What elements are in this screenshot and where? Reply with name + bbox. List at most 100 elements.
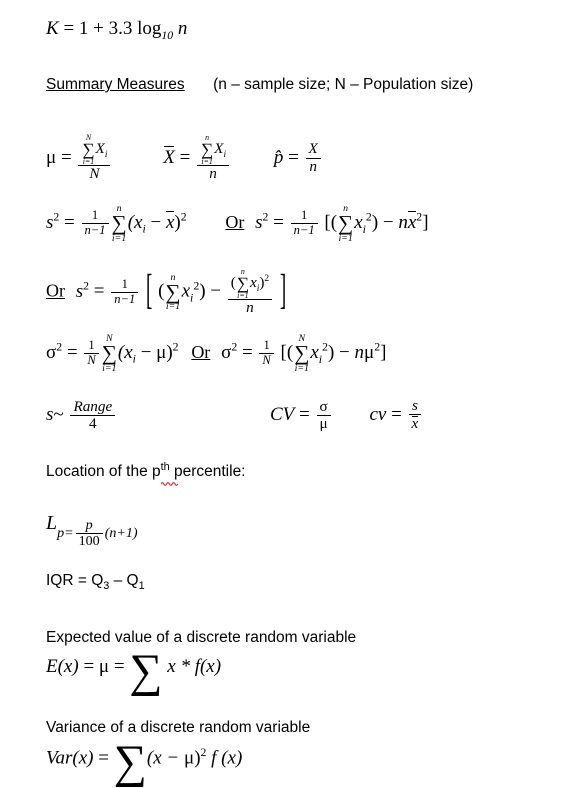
sigma-alt-open: [( <box>280 341 294 363</box>
formula-sturges: K = 1 + 3.3 log10 n <box>46 18 187 43</box>
xbar-sum-lower: i=1 <box>201 156 213 166</box>
percentile-numerator: p <box>75 517 103 534</box>
s2-open-paren: ( <box>158 280 165 302</box>
cv-upper-equals: = <box>294 403 315 425</box>
sturges-log-base: 10 <box>161 28 174 42</box>
s2-sigma-icon: ∑ <box>165 280 181 305</box>
s-alt-symbol: s <box>255 211 263 233</box>
mu-sum-lower: i=1 <box>82 156 95 166</box>
formula-row-means: μ = N ∑ i=1 Xi N X = n ∑ i=1 Xi n p̂ = X… <box>46 134 323 183</box>
sigma-alt-group: Or σ2 = 1 N [(N ∑ i=1 xi2) − nμ2] <box>191 333 387 373</box>
variance-discrete-sigma-icon: ∑ <box>113 737 147 788</box>
phat-fraction: X n <box>305 140 321 175</box>
variance-discrete-arg: (x) <box>72 747 94 769</box>
xbar-variable-sub: i <box>223 150 227 161</box>
percentile-fraction: p 100 <box>75 517 103 549</box>
heading-title: Summary Measures <box>46 76 185 93</box>
formula-cv-sample: cv = s x <box>369 397 423 432</box>
cv-upper-numerator: σ <box>316 398 331 416</box>
cv-lower-denominator: x <box>409 415 422 433</box>
s-alt-sum-lower: i=1 <box>338 232 353 244</box>
sigma-summation: N ∑ i=1 <box>101 333 117 374</box>
iqr-q1-sub: 1 <box>138 580 145 593</box>
expected-value-equals-1: = <box>78 656 99 677</box>
range-fraction: Range 4 <box>70 398 116 433</box>
cv-upper-symbol: CV <box>270 403 295 425</box>
s-sum-lower: i=1 <box>111 232 127 244</box>
s-alt-group: Or s2 = 1 n−1 [(n ∑ i=1 xi2) − nx2] <box>225 203 428 243</box>
iqr-minus: – Q <box>109 572 139 589</box>
variance-discrete-label: Variance of a discrete random variable <box>46 719 311 736</box>
percentile-th-with-spellcheck: th <box>160 461 178 487</box>
sigma-alt-mu: μ <box>364 341 375 363</box>
sigma-coef-denominator: N <box>87 352 96 367</box>
sigma-alt-coef-denominator: N <box>262 352 271 367</box>
s-coef-numerator: 1 <box>81 209 109 224</box>
s2-equals: = <box>89 280 110 302</box>
sturges-k: K <box>46 18 59 39</box>
sigma-alt-n: n <box>354 341 365 363</box>
s-summation: n ∑ i=1 <box>111 203 127 244</box>
expected-value-arg: (x) <box>57 656 79 677</box>
variance-discrete-var: Var <box>46 747 73 769</box>
xbar-numerator: n ∑ i=1 Xi <box>197 134 230 167</box>
s-alt-coefficient-fraction: 1 n−1 <box>290 209 318 237</box>
s-alt-open: [( <box>324 211 338 233</box>
xbar-equals: = <box>174 146 196 168</box>
percentile-th: th <box>160 461 170 473</box>
formula-row-range-cv: s~ Range 4 CV = σ μ cv = s x <box>46 397 423 433</box>
sigma-sum-lower: i=1 <box>102 362 117 374</box>
xbar-denominator: n <box>209 165 217 183</box>
s2-open-bracket: [ <box>146 266 153 315</box>
section-heading-summary-measures: Summary Measures (n – sample size; N – P… <box>46 76 473 94</box>
s-alt-variable: x <box>354 211 363 233</box>
percentile-label-post: percentile: <box>169 463 246 481</box>
s2-nested-denominator: n <box>246 299 254 317</box>
expected-value-mu: μ <box>98 656 110 677</box>
formula-sample-variance: s2 = 1 n−1 n ∑ i=1 (xi − x)2 Or s2 = 1 n−1 … <box>46 203 429 244</box>
formula-population-mean: μ = N ∑ i=1 Xi N <box>46 134 117 182</box>
percentile-L: L <box>46 512 58 534</box>
formula-population-variance: σ2 = 1 N N ∑ i=1 (xi − μ)2 Or σ2 = 1 N [(N ∑… <box>46 333 387 374</box>
document-page: K = 1 + 3.3 log10 n Summary Measures (n … <box>0 0 569 786</box>
sigma-alt-coef-numerator: 1 <box>259 339 274 354</box>
variance-discrete-mu: μ <box>184 747 195 769</box>
s2-minus: − <box>205 280 226 302</box>
s-coef-denominator: n−1 <box>84 222 106 237</box>
s2-coefficient-fraction: 1 n−1 <box>111 278 139 306</box>
s2-variable: x <box>181 280 191 302</box>
s2-nested-fraction: (n ∑ i=1 xi)2 n <box>227 268 273 317</box>
iqr-text: IQR = Q <box>46 572 104 589</box>
sigma-sigma-icon: ∑ <box>101 341 117 366</box>
s-alt-summation: n ∑ i=1 <box>338 203 353 244</box>
formula-variance-discrete: Var(x) = ∑(x − μ)2 f (x) <box>46 737 243 788</box>
mu-summation: N ∑ i=1 <box>82 134 94 165</box>
sturges-n: n <box>173 18 188 39</box>
cv-lower-equals: = <box>386 403 407 425</box>
s-sigma-icon: ∑ <box>111 211 127 236</box>
xbar-sigma-icon: ∑ <box>201 139 214 159</box>
xbar-summation: n ∑ i=1 <box>201 134 213 165</box>
cv-upper-denominator: μ <box>319 414 328 432</box>
expected-value-sigma-icon: ∑ <box>129 645 163 697</box>
s2-nested-numerator: (n ∑ i=1 xi)2 <box>227 268 273 301</box>
sigma-alt-sigma-icon: ∑ <box>294 341 310 366</box>
s2-nested-sum-lower: i=1 <box>237 290 249 300</box>
sigma-alt-close: ] <box>380 341 387 363</box>
label-percentile-location: Location of the pth percentile: <box>46 461 246 487</box>
formula-sample-variance-computational: Or s2 = 1 n−1 [ (n ∑ i=1 xi2) − (n ∑ i=1 xi)2 … <box>46 266 287 317</box>
mu-numerator: N ∑ i=1 Xi <box>78 134 111 167</box>
variance-discrete-tail: f (x) <box>206 747 243 769</box>
variance-discrete-open: (x − <box>146 747 184 769</box>
mu-equals: = <box>56 146 77 168</box>
s2-sum-lower: i=1 <box>165 301 181 313</box>
cv-lower-xbar: x <box>411 415 419 433</box>
sigma-alt-mid: ) − <box>327 341 355 363</box>
or-connector-2: Or <box>46 280 65 301</box>
s2-summation: n ∑ i=1 <box>165 272 181 313</box>
s-alt-variable-sub: i <box>362 222 366 236</box>
variance-discrete-equals: = <box>93 747 114 769</box>
range-tilde: ~ <box>53 403 64 425</box>
s2-coef-denominator: n−1 <box>114 291 136 306</box>
formula-iqr: IQR = Q3 – Q1 <box>46 572 145 592</box>
